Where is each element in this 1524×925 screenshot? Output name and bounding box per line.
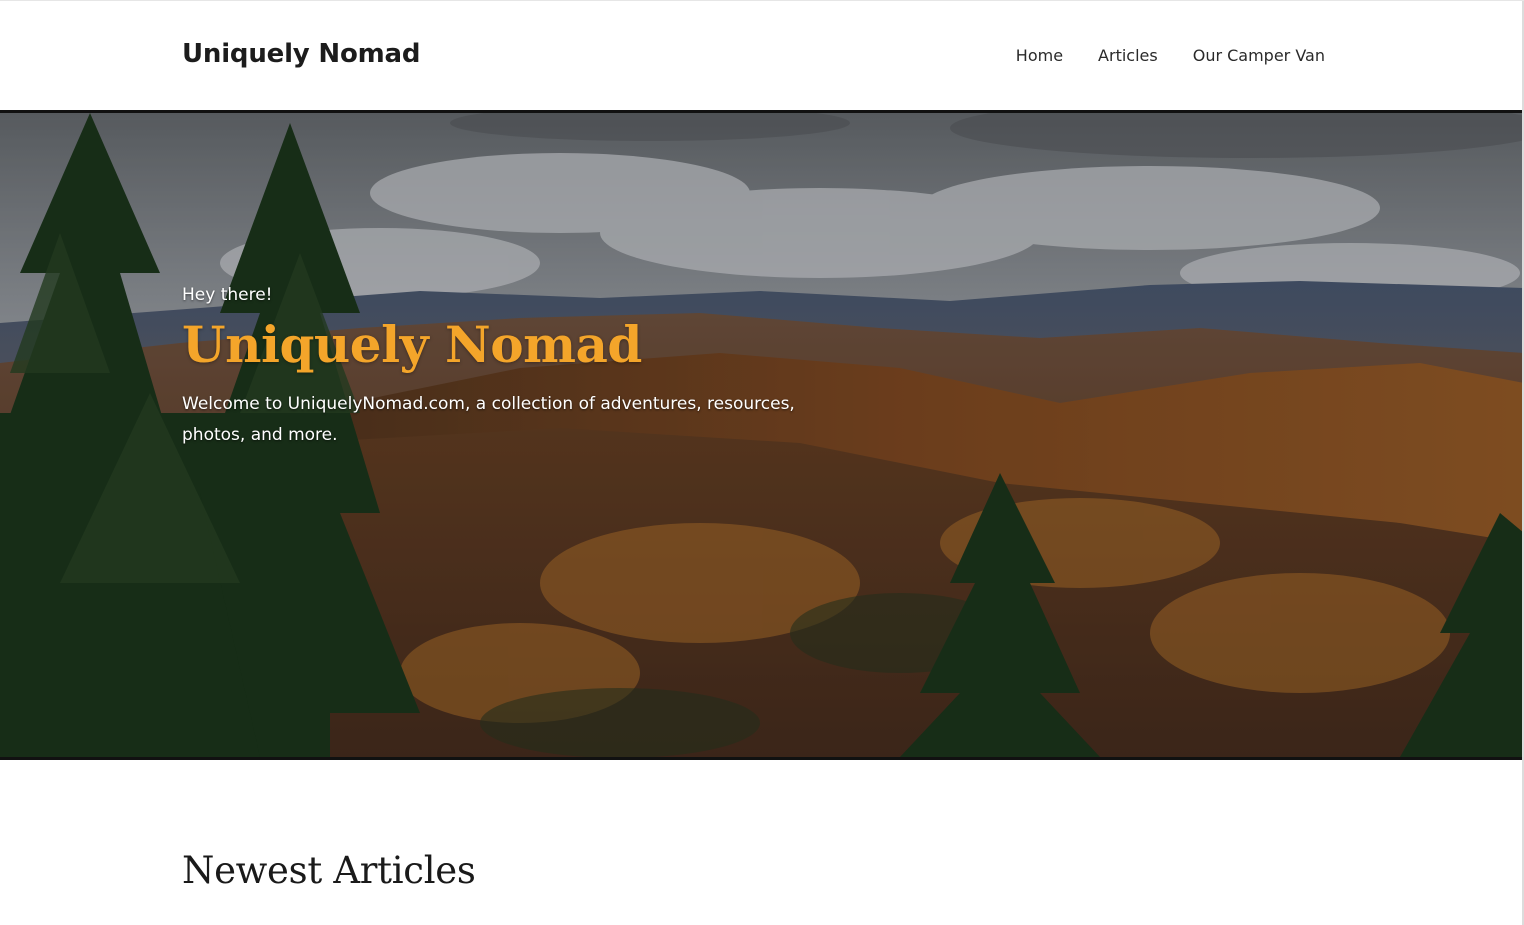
page: Uniquely Nomad Home Articles Our Camper …	[0, 0, 1524, 925]
main-nav: Home Articles Our Camper Van	[1016, 46, 1325, 65]
site-title-link[interactable]: Uniquely Nomad	[182, 39, 420, 69]
nav-link-camper-van[interactable]: Our Camper Van	[1193, 46, 1325, 65]
section-title-newest-articles: Newest Articles	[182, 849, 476, 892]
hero-content: Hey there! Uniquely Nomad Welcome to Uni…	[182, 285, 822, 451]
nav-link-home[interactable]: Home	[1016, 46, 1063, 65]
hero-banner: Hey there! Uniquely Nomad Welcome to Uni…	[0, 110, 1524, 760]
hero-greeting: Hey there!	[182, 285, 273, 305]
site-header: Uniquely Nomad Home Articles Our Camper …	[0, 1, 1524, 111]
nav-link-articles[interactable]: Articles	[1098, 46, 1158, 65]
hero-description: Welcome to UniquelyNomad.com, a collecti…	[182, 394, 795, 445]
hero-title: Uniquely Nomad	[182, 315, 642, 374]
